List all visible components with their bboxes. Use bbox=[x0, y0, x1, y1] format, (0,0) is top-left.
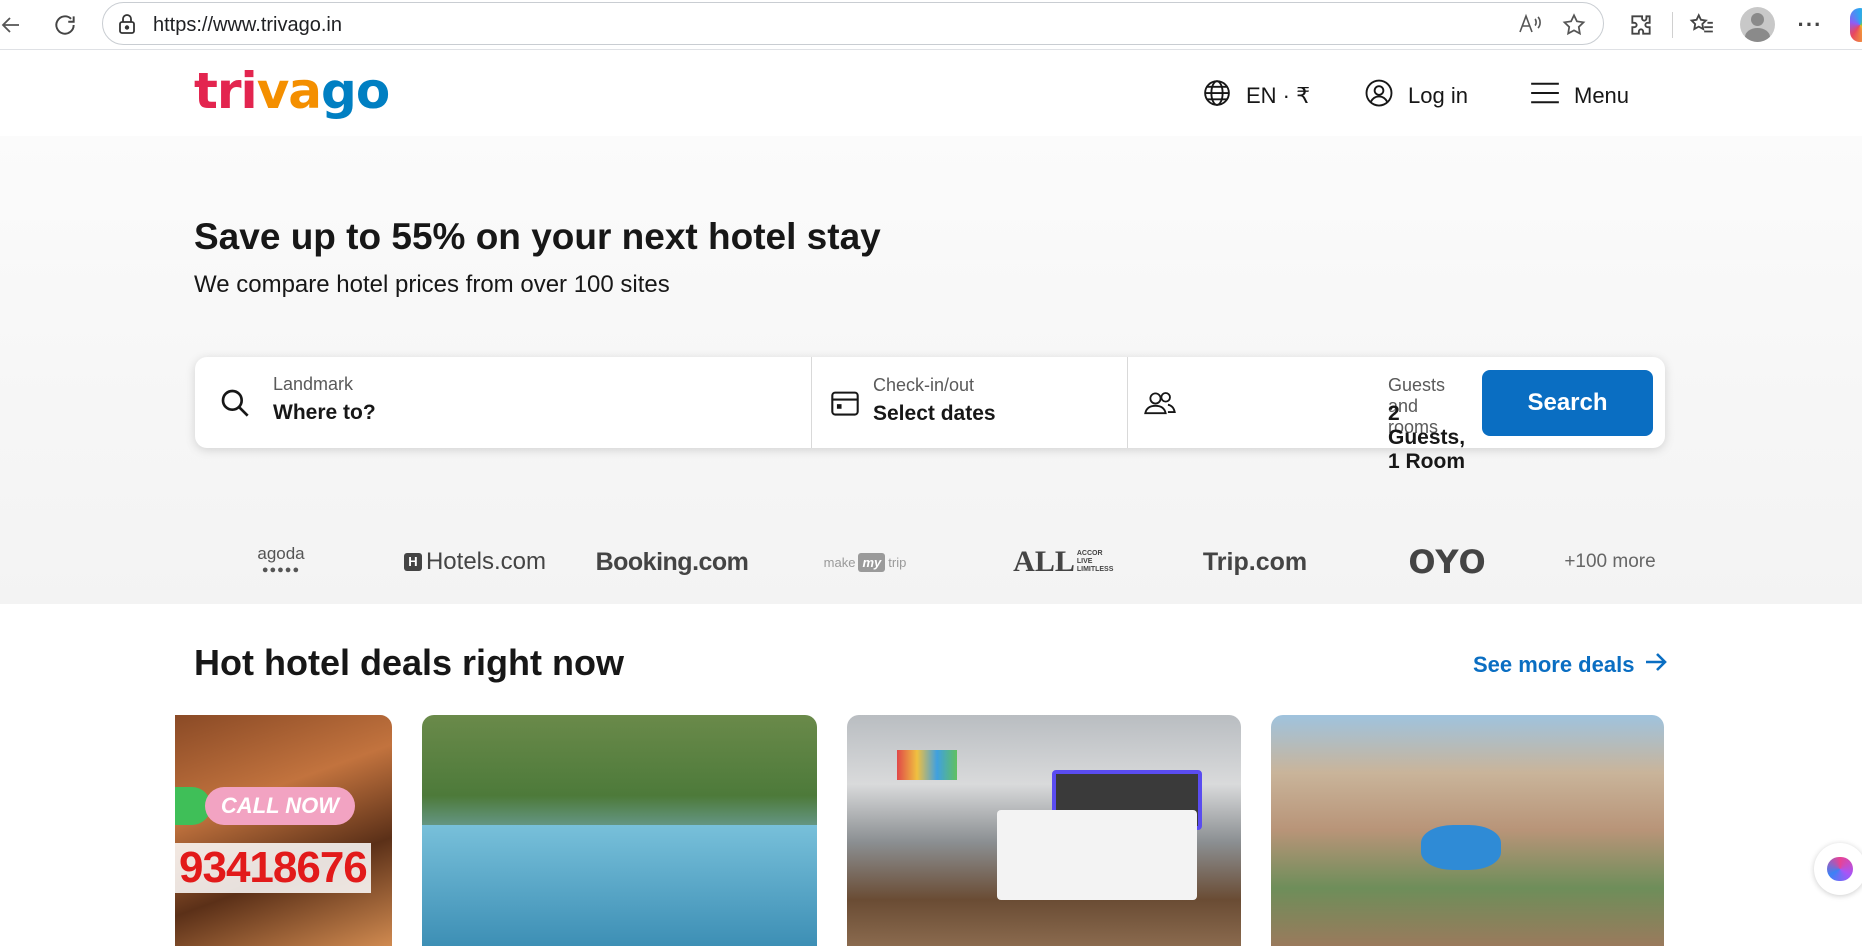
profile-avatar[interactable] bbox=[1740, 7, 1775, 42]
partner-all-accor-logo: ALL ACCOR LIVE LIMITLESS bbox=[1010, 520, 1114, 604]
read-aloud-icon[interactable] bbox=[1517, 12, 1543, 41]
phone-number: 93418676 bbox=[175, 843, 371, 893]
deal-card-1[interactable]: CALL NOW 93418676 bbox=[175, 715, 392, 946]
agoda-dots: ●●●●● bbox=[261, 564, 301, 576]
partner-logos: agoda ●●●●● H Hotels.com Booking.com make… bbox=[0, 520, 1862, 604]
partners-more-label: +100 more bbox=[1564, 551, 1656, 572]
see-more-deals-link[interactable]: See more deals bbox=[1473, 651, 1668, 679]
wall-art-image bbox=[897, 750, 957, 780]
guests-icon bbox=[1143, 389, 1177, 422]
partner-hotels-com-logo: H Hotels.com bbox=[400, 520, 550, 604]
search-icon bbox=[219, 387, 251, 424]
deals-heading: Hot hotel deals right now bbox=[194, 642, 624, 683]
partner-hotels-com-text: Hotels.com bbox=[425, 548, 547, 575]
pool-image-area bbox=[422, 825, 817, 946]
search-button[interactable]: Search bbox=[1482, 370, 1653, 436]
favorites-icon[interactable] bbox=[1685, 8, 1719, 42]
bed-image bbox=[997, 810, 1197, 900]
partner-all-text: ALL bbox=[1013, 545, 1075, 578]
refresh-icon[interactable] bbox=[48, 8, 82, 42]
globe-icon bbox=[1202, 78, 1232, 114]
guests-field[interactable]: Guests and rooms 2 Guests, 1 Room bbox=[1128, 357, 1468, 473]
hotels-com-icon: H bbox=[403, 553, 422, 571]
hero-title: Save up to 55% on your next hotel stay bbox=[194, 216, 881, 257]
address-bar[interactable]: https://www.trivago.in bbox=[102, 2, 1604, 45]
destination-placeholder[interactable]: Where to? bbox=[273, 401, 376, 425]
language-currency-label: EN · ₹ bbox=[1246, 83, 1311, 108]
partner-oyo-text: OYO bbox=[1408, 543, 1487, 581]
menu-button[interactable]: Menu bbox=[1530, 78, 1629, 114]
browser-toolbar: https://www.trivago.in ··· bbox=[0, 0, 1862, 50]
destination-field[interactable]: Landmark Where to? bbox=[195, 357, 811, 448]
partner-trip-com-logo: Trip.com bbox=[1190, 520, 1320, 604]
logo-part-va: va bbox=[256, 62, 322, 120]
mmt-my: my bbox=[858, 552, 886, 572]
dates-label: Check-in/out bbox=[873, 375, 975, 395]
mmt-make: make bbox=[823, 554, 856, 570]
menu-label: Menu bbox=[1574, 83, 1630, 108]
calendar-icon bbox=[830, 389, 860, 422]
back-icon[interactable] bbox=[0, 8, 28, 42]
partner-booking-com-text: Booking.com bbox=[595, 547, 749, 576]
hero-subtitle: We compare hotel prices from over 100 si… bbox=[194, 271, 670, 298]
resort-pool-image bbox=[1421, 825, 1501, 870]
search-form: Landmark Where to? Check-in/out Select d… bbox=[195, 357, 1665, 473]
copilot-icon[interactable] bbox=[1850, 8, 1862, 42]
partner-booking-com-logo: Booking.com bbox=[592, 520, 752, 604]
login-button[interactable]: Log in bbox=[1364, 78, 1468, 114]
call-now-badge: CALL NOW bbox=[205, 787, 355, 825]
arrow-right-icon bbox=[1644, 651, 1668, 679]
logo-part-go: go bbox=[321, 62, 390, 120]
partner-makemytrip-logo: make my trip bbox=[810, 520, 920, 604]
trivago-logo[interactable]: trivago bbox=[194, 62, 390, 120]
partners-more-link[interactable]: +100 more bbox=[1560, 520, 1660, 604]
mmt-trip: trip bbox=[888, 554, 907, 570]
partner-oyo-logo: OYO bbox=[1400, 520, 1495, 604]
avatar-head bbox=[1751, 13, 1764, 26]
logo-part-tri: tri bbox=[194, 62, 258, 120]
login-label: Log in bbox=[1408, 83, 1468, 108]
partner-agoda-text: agoda bbox=[257, 544, 305, 563]
avatar-body bbox=[1745, 28, 1770, 42]
guests-value[interactable]: 2 Guests, 1 Room bbox=[1388, 402, 1468, 474]
dates-field[interactable]: Check-in/out Select dates bbox=[812, 357, 1127, 448]
hamburger-icon bbox=[1530, 80, 1560, 112]
partner-agoda-logo: agoda ●●●●● bbox=[240, 520, 322, 604]
deal-card-2[interactable] bbox=[422, 715, 817, 946]
extensions-icon[interactable] bbox=[1624, 8, 1658, 42]
brain-icon bbox=[1827, 857, 1853, 881]
deal-card-3[interactable] bbox=[847, 715, 1241, 946]
dates-value[interactable]: Select dates bbox=[873, 402, 996, 426]
partner-all-tagline: ACCOR LIVE LIMITLESS bbox=[1076, 550, 1114, 573]
deal-card-4[interactable] bbox=[1271, 715, 1664, 946]
url-text[interactable]: https://www.trivago.in bbox=[153, 14, 342, 37]
partner-trip-com-text: Trip.com bbox=[1202, 547, 1308, 576]
see-more-deals-label: See more deals bbox=[1473, 652, 1635, 677]
favorite-star-icon[interactable] bbox=[1561, 12, 1587, 43]
destination-label: Landmark bbox=[273, 374, 354, 394]
language-currency-selector[interactable]: EN · ₹ bbox=[1202, 78, 1310, 114]
user-circle-icon bbox=[1364, 78, 1394, 114]
toolbar-divider bbox=[1672, 12, 1673, 38]
sidebar-assistant-button[interactable] bbox=[1814, 843, 1862, 895]
lock-icon[interactable] bbox=[117, 13, 137, 40]
more-options-icon[interactable]: ··· bbox=[1793, 8, 1827, 42]
